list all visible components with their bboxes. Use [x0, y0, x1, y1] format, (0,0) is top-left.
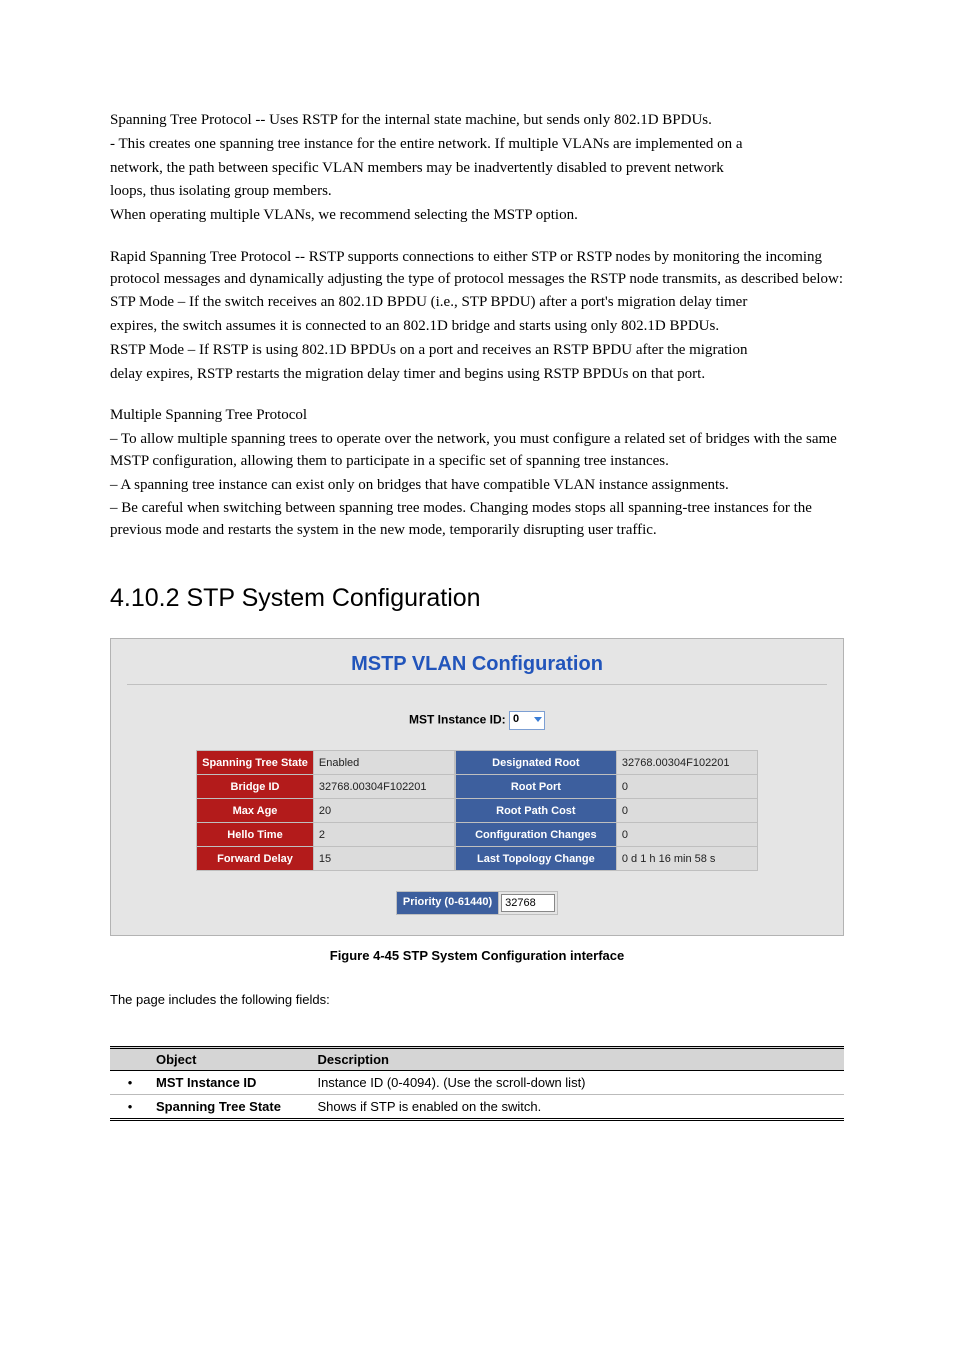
param-header-object: Object [150, 1047, 311, 1070]
label-designated-root: Designated Root [455, 751, 616, 775]
para-5b: delay expires, RSTP restarts the migrati… [110, 364, 844, 386]
label-root-port: Root Port [455, 775, 616, 799]
value-root-port: 0 [616, 775, 757, 799]
label-forward-delay: Forward Delay [197, 847, 314, 871]
mstp-config-panel: MSTP VLAN Configuration MST Instance ID:… [110, 638, 844, 936]
label-config-changes: Configuration Changes [455, 823, 616, 847]
section-heading: 4.10.2 STP System Configuration [110, 580, 844, 616]
para-8: – A spanning tree instance can exist onl… [110, 475, 844, 497]
para-1: Spanning Tree Protocol -- Uses RSTP for … [110, 110, 844, 132]
label-bridge-id: Bridge ID [197, 775, 314, 799]
para-6: Multiple Spanning Tree Protocol [110, 405, 844, 427]
value-bridge-id: 32768.00304F102201 [313, 775, 454, 799]
bullet-icon: • [110, 1094, 150, 1119]
param-description: Instance ID (0-4094). (Use the scroll-do… [311, 1070, 844, 1094]
instance-label: MST Instance ID: [409, 713, 506, 727]
instance-select[interactable]: 0 [509, 711, 545, 730]
figure-caption: Figure 4-45 STP System Configuration int… [110, 948, 844, 963]
param-header-description: Description [311, 1047, 844, 1070]
param-object: MST Instance ID [150, 1070, 311, 1094]
para-2b: network, the path between specific VLAN … [110, 158, 844, 180]
para-4a: STP Mode – If the switch receives an 802… [110, 292, 844, 314]
para-2d: When operating multiple VLANs, we recomm… [110, 205, 844, 227]
instance-value: 0 [513, 713, 519, 725]
chevron-down-icon [534, 717, 542, 722]
label-root-path-cost: Root Path Cost [455, 799, 616, 823]
instance-row: MST Instance ID: 0 [127, 711, 827, 730]
para-2c: loops, thus isolating group members. [110, 181, 844, 203]
value-hello-time: 2 [313, 823, 454, 847]
priority-label: Priority (0-61440) [397, 892, 499, 914]
panel-title: MSTP VLAN Configuration [127, 653, 827, 684]
status-table-right: Designated Root 32768.00304F102201 Root … [455, 750, 758, 871]
value-max-age: 20 [313, 799, 454, 823]
param-object: Spanning Tree State [150, 1094, 311, 1119]
label-last-topology-change: Last Topology Change [455, 847, 616, 871]
param-row: • Spanning Tree State Shows if STP is en… [110, 1094, 844, 1119]
para-2a: - This creates one spanning tree instanc… [110, 134, 844, 156]
value-root-path-cost: 0 [616, 799, 757, 823]
value-designated-root: 32768.00304F102201 [616, 751, 757, 775]
status-tables: Spanning Tree State Enabled Bridge ID 32… [127, 750, 827, 871]
param-description: Shows if STP is enabled on the switch. [311, 1094, 844, 1119]
bullet-icon: • [110, 1070, 150, 1094]
label-spanning-tree-state: Spanning Tree State [197, 751, 314, 775]
param-table: Object Description • MST Instance ID Ins… [110, 1046, 844, 1121]
para-5a: RSTP Mode – If RSTP is using 802.1D BPDU… [110, 340, 844, 362]
label-hello-time: Hello Time [197, 823, 314, 847]
param-intro: The page includes the following fields: [110, 991, 844, 1010]
value-config-changes: 0 [616, 823, 757, 847]
param-header-bullet [110, 1047, 150, 1070]
value-forward-delay: 15 [313, 847, 454, 871]
para-4b: expires, the switch assumes it is connec… [110, 316, 844, 338]
divider [127, 684, 827, 685]
para-9: – Be careful when switching between span… [110, 498, 844, 542]
label-max-age: Max Age [197, 799, 314, 823]
param-row: • MST Instance ID Instance ID (0-4094). … [110, 1070, 844, 1094]
value-last-topology-change: 0 d 1 h 16 min 58 s [616, 847, 757, 871]
priority-input[interactable] [501, 894, 555, 912]
value-spanning-tree-state: Enabled [313, 751, 454, 775]
para-3: Rapid Spanning Tree Protocol -- RSTP sup… [110, 247, 844, 291]
priority-row: Priority (0-61440) [127, 891, 827, 915]
para-7: – To allow multiple spanning trees to op… [110, 429, 844, 473]
status-table-left: Spanning Tree State Enabled Bridge ID 32… [196, 750, 455, 871]
